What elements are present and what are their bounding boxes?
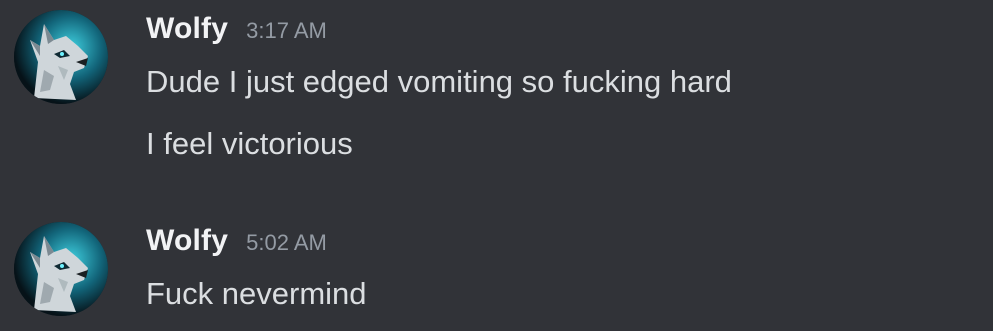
message-text: Dude I just edged vomiting so fucking ha…	[146, 64, 732, 99]
message-text: Fuck nevermind	[146, 276, 367, 311]
message-text: I feel victorious	[146, 126, 353, 161]
message-header: Wolfy 3:17 AM	[146, 12, 327, 56]
username[interactable]: Wolfy	[146, 224, 228, 258]
message-group: Wolfy 5:02 AM Fuck nevermind	[0, 212, 993, 331]
timestamp[interactable]: 5:02 AM	[246, 230, 327, 256]
username[interactable]: Wolfy	[146, 12, 228, 46]
wolf-avatar-icon[interactable]	[14, 10, 108, 104]
timestamp[interactable]: 3:17 AM	[246, 18, 327, 44]
message-header: Wolfy 5:02 AM	[146, 224, 327, 268]
wolf-avatar-icon[interactable]	[14, 222, 108, 316]
chat-message-list: Wolfy 3:17 AM Dude I just edged vomiting…	[0, 0, 993, 331]
message-group: Wolfy 3:17 AM Dude I just edged vomiting…	[0, 0, 993, 200]
